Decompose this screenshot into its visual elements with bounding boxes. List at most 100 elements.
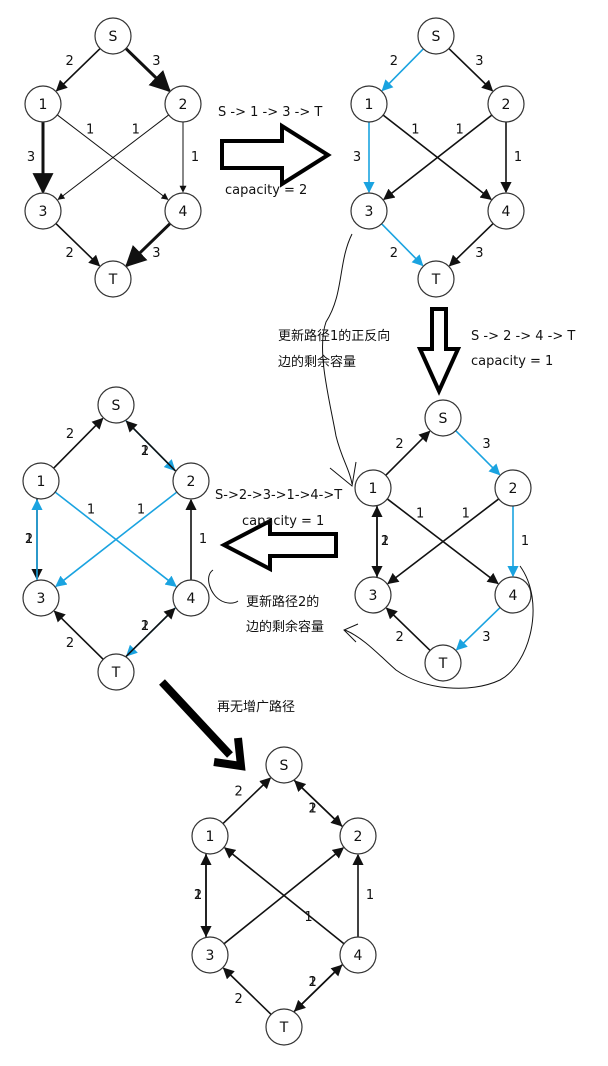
edge-original-n4-T — [125, 222, 172, 268]
node-label-final-n1: 1 — [206, 829, 215, 845]
edge-label-original-S-n2: 3 — [152, 54, 160, 69]
edge-path1-S-n2 — [448, 47, 494, 92]
node-label-original-n1: 1 — [39, 97, 48, 113]
edge-original-S-n1 — [55, 47, 101, 92]
node-label-path2-n2: 2 — [187, 474, 196, 490]
edge-path1-n4-T — [448, 222, 494, 267]
node-label-after1-S: S — [439, 411, 448, 427]
node-label-original-S: S — [109, 29, 118, 45]
edge-after1-T-n3 — [385, 607, 431, 652]
path2-capacity: capacity = 1 — [471, 354, 553, 369]
node-label-path1-n2: 2 — [502, 97, 511, 113]
edge-label-path1-n1-n3: 3 — [353, 150, 361, 165]
node-label-after1-n2: 2 — [509, 481, 518, 497]
edge-final-T-n4 — [293, 964, 343, 1013]
edge-label-path1-n4-T: 3 — [475, 246, 483, 261]
edge-label-path2-n2-n3: 1 — [137, 502, 145, 517]
node-label-original-n2: 2 — [179, 97, 188, 113]
edge-label-after1-S-n2: 3 — [482, 437, 490, 452]
edge-path1-n3-T — [381, 223, 424, 267]
note1-line1: 更新路径1的正反向 — [278, 328, 390, 344]
edge-label-original-n4-T: 3 — [152, 246, 160, 261]
edge-label-original-n1-n3: 3 — [27, 150, 35, 165]
edge-label-original-n3-T: 2 — [65, 246, 73, 261]
edge-label-path1-n2-n4: 1 — [514, 150, 522, 165]
node-label-path2-n1: 1 — [37, 474, 46, 490]
edge-label-path2-n3-n1: 2 — [25, 532, 33, 547]
note3: 再无增广路径 — [217, 699, 295, 715]
node-label-path2-n4: 4 — [187, 591, 196, 607]
edge-label-path1-n2-n3: 1 — [455, 122, 463, 137]
edge-label-final-n1-n3: 2 — [194, 888, 202, 903]
edge-original-n3-T — [55, 222, 101, 267]
path3-capacity: capacity = 1 — [242, 514, 324, 529]
node-label-final-n4: 4 — [354, 948, 363, 964]
node-label-path1-n3: 3 — [365, 204, 374, 220]
node-label-after1-T: T — [438, 656, 448, 672]
edge-path2-T-n4 — [125, 607, 176, 658]
diagonal-bold-arrow — [159, 679, 233, 758]
edge-label-after1-n2-n3: 1 — [462, 506, 470, 521]
graph-original: 2 3 3 1 1 1 2 3 S 1 2 3 4 T — [24, 17, 202, 298]
node-label-path1-n1: 1 — [365, 97, 374, 113]
edge-after1-n1-S — [385, 430, 431, 476]
edge-label-after1-n3-n1: 2 — [381, 534, 389, 549]
edge-path1-S-n1 — [381, 48, 424, 92]
edge-label-path2-n4-n2: 1 — [199, 532, 207, 547]
edge-path2-n1-S — [53, 417, 104, 469]
path3-route: S->2->3->1->4->T — [215, 488, 342, 503]
node-label-original-n3: 3 — [39, 204, 48, 220]
edge-original-S-n2 — [124, 47, 171, 93]
edge-label-final-n2-S: 2 — [309, 802, 317, 817]
node-label-after1-n1: 1 — [369, 481, 378, 497]
edge-label-path1-S-n1: 2 — [390, 54, 398, 69]
node-label-final-T: T — [279, 1020, 289, 1036]
node-label-after1-n4: 4 — [509, 588, 518, 604]
node-label-path1-S: S — [432, 29, 441, 45]
max-flow-diagram: 2 3 3 1 1 1 2 3 S 1 2 3 4 T 2 3 3 1 1 1 2 3 S 1 2 3 4 T 2 3 1 2 1 1 1 2 3 S 1 2… — [22, 17, 575, 1046]
edge-label-after1-n4-T: 3 — [482, 630, 490, 645]
edge-label-original-n1-n4: 1 — [86, 122, 94, 137]
edge-label-after1-n1-S: 2 — [395, 437, 403, 452]
edge-label-path2-T-n4: 1 — [141, 619, 149, 634]
edge-label-final-T-n4: 2 — [308, 975, 316, 990]
edge-after1-S-n2 — [455, 430, 501, 476]
edge-label-final-T-n3: 2 — [234, 992, 242, 1007]
note2-line1: 更新路径2的 — [246, 594, 319, 610]
node-label-final-n2: 2 — [354, 829, 363, 845]
node-label-path2-T: T — [111, 665, 121, 681]
note2-line2: 边的剩余容量 — [246, 619, 324, 635]
graph-path2: 221121 11221S1 23 4T — [22, 386, 210, 691]
edge-label-after1-n2-n4: 1 — [521, 534, 529, 549]
edge-label-path1-S-n2: 3 — [475, 54, 483, 69]
edge-label-original-n2-n4: 1 — [191, 150, 199, 165]
node-label-path1-T: T — [431, 272, 441, 288]
edge-label-original-S-n1: 2 — [65, 54, 73, 69]
annotations: S -> 1 -> 3 -> T capacity = 2 S -> 2 -> … — [215, 105, 575, 715]
step-arrows — [159, 122, 462, 771]
edge-final-n2-S — [294, 780, 343, 828]
edge-label-path2-T-n3: 2 — [66, 636, 74, 651]
down-block-arrow — [416, 307, 462, 396]
edge-final-n1-S — [222, 777, 272, 825]
node-label-path2-S: S — [112, 398, 121, 414]
path1-capacity: capacity = 2 — [225, 183, 307, 198]
node-label-path1-n4: 4 — [502, 204, 511, 220]
edge-after1-n4-T — [455, 606, 501, 651]
graph-after1: 2 3121 112 3S1 23 4T — [354, 399, 532, 682]
edge-label-path2-n1-S: 2 — [66, 427, 74, 442]
note1-line2: 边的剩余容量 — [278, 354, 356, 370]
edge-label-path2-n2-S: 1 — [141, 444, 149, 459]
edge-label-original-n2-n3: 1 — [132, 122, 140, 137]
edge-label-final-n1-S: 2 — [235, 784, 243, 799]
path2-route: S -> 2 -> 4 -> T — [471, 329, 575, 344]
edge-label-after1-T-n3: 2 — [395, 630, 403, 645]
edge-label-final-n4-n2: 1 — [366, 888, 374, 903]
note2-curve-top — [208, 569, 239, 604]
node-label-original-n4: 4 — [179, 204, 188, 220]
node-label-after1-n3: 3 — [369, 588, 378, 604]
edge-label-after1-n1-n4: 1 — [416, 506, 424, 521]
node-label-path2-n3: 3 — [37, 591, 46, 607]
node-label-final-n3: 3 — [206, 948, 215, 964]
node-label-final-S: S — [280, 758, 289, 774]
